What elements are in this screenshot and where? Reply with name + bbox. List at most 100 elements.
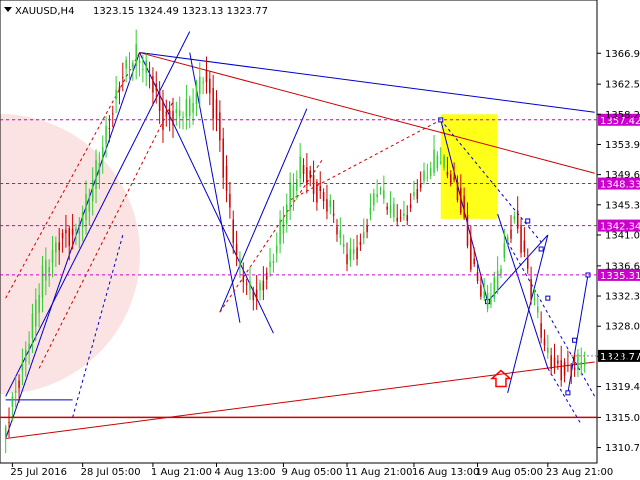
candle-body — [583, 358, 586, 366]
candle-body — [275, 245, 278, 254]
candle-body — [553, 357, 556, 368]
forecast-point-marker — [545, 295, 551, 301]
candle-body — [557, 360, 559, 364]
candle-body — [48, 267, 50, 273]
candle-body — [21, 362, 24, 371]
candle-body — [349, 248, 352, 261]
candle-body — [279, 219, 281, 244]
candle-body — [11, 396, 14, 407]
candle-body — [178, 110, 181, 117]
red-dashed-channel-c — [219, 157, 325, 313]
candle-body — [41, 265, 44, 298]
candle-body — [88, 197, 91, 212]
x-tick-label: 25 Jul 2016 — [10, 467, 67, 478]
candle-body — [71, 228, 74, 236]
candle-body — [68, 228, 71, 246]
candle-body — [580, 361, 583, 369]
candle-body — [8, 422, 10, 424]
candle-body — [426, 177, 429, 179]
candle-body — [232, 219, 234, 243]
candle-body — [563, 361, 566, 376]
chart-ohlc-quote: 1323.15 1324.49 1323.13 1323.77 — [93, 6, 268, 17]
candle-body — [493, 277, 496, 299]
candle-body — [363, 232, 365, 239]
candle-body — [202, 82, 204, 84]
candle-body — [212, 88, 214, 119]
price-chart[interactable]: 1357.421348.331342.341335.311323.77 1366… — [0, 0, 640, 480]
y-tick-label: 1358.20 — [605, 110, 640, 121]
candle-body — [185, 99, 188, 118]
triangle-down-icon[interactable] — [4, 7, 12, 12]
level-label: 1348.33 — [600, 180, 640, 191]
candle-body — [289, 182, 291, 212]
candle-body — [112, 113, 114, 115]
candle-body — [342, 243, 345, 247]
candle-body — [14, 390, 17, 393]
candle-body — [460, 187, 462, 213]
candle-body — [78, 231, 81, 234]
candle-body — [567, 365, 569, 367]
candle-body — [403, 213, 405, 217]
candle-body — [165, 111, 168, 114]
candle-body — [229, 193, 231, 208]
candle-body — [419, 184, 422, 188]
y-tick-label: 1332.30 — [605, 292, 640, 303]
red-trendline-lower — [5, 361, 595, 439]
candle-body — [480, 285, 482, 297]
candle-body — [175, 109, 178, 114]
candle-body — [443, 156, 445, 168]
y-tick-label: 1341.00 — [605, 230, 640, 241]
candle-body — [168, 110, 171, 119]
candle-body — [235, 244, 238, 256]
candle-body — [61, 233, 64, 239]
candle-body — [339, 230, 342, 238]
candle-body — [222, 138, 224, 178]
candle-body — [513, 216, 516, 220]
x-tick-label: 11 Aug 21:00 — [345, 467, 412, 478]
candle-body — [91, 179, 94, 202]
resistance-trendline — [139, 52, 595, 113]
candle-body — [456, 181, 459, 201]
candle-body — [316, 181, 318, 203]
candle-body — [272, 261, 275, 263]
candle-body — [148, 75, 151, 77]
candle-body — [155, 83, 158, 91]
candle-body — [115, 89, 117, 100]
candle-body — [500, 268, 502, 275]
candle-body — [453, 176, 455, 180]
candle-body — [299, 156, 301, 179]
candle-body — [302, 164, 305, 174]
candle-body — [476, 271, 479, 282]
y-tick-label: 1315.00 — [605, 413, 640, 424]
y-tick-label: 1345.30 — [605, 200, 640, 211]
candle-body — [225, 165, 228, 192]
candle-body — [188, 98, 191, 116]
candle-body — [346, 254, 348, 265]
candle-body — [145, 60, 147, 73]
candle-body — [292, 185, 295, 202]
candle-body — [319, 186, 322, 192]
candle-body — [252, 289, 255, 301]
candle-body — [573, 367, 576, 370]
forecast-point-marker — [538, 246, 544, 252]
candle-body — [85, 193, 87, 221]
candle-body — [45, 260, 47, 281]
candle-body — [450, 174, 452, 184]
candle-body — [18, 380, 20, 388]
x-tick-label: 1 Aug 21:00 — [151, 467, 212, 478]
candle-body — [38, 294, 40, 313]
x-tick-label: 19 Aug 05:00 — [476, 467, 543, 478]
candle-body — [265, 272, 268, 280]
candle-body — [496, 270, 499, 291]
candle-body — [530, 279, 532, 300]
candle-body — [209, 78, 211, 94]
candle-body — [470, 236, 472, 270]
candle-body — [352, 249, 355, 254]
y-tick-label: 1349.60 — [605, 170, 640, 181]
candle-body — [132, 62, 134, 68]
candle-body — [463, 195, 465, 218]
candle-body — [376, 194, 378, 198]
candle-body — [195, 82, 198, 105]
candle-body — [416, 189, 419, 200]
x-tick-label: 16 Aug 13:00 — [412, 467, 479, 478]
